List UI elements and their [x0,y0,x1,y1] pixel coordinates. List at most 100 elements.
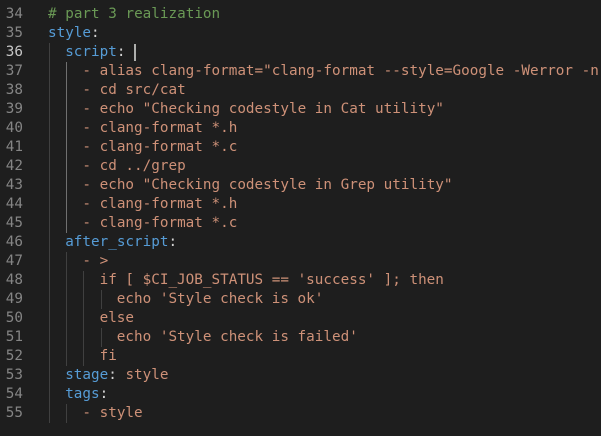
indent-guide [83,328,85,347]
code-token: else [99,310,135,326]
line-number: 45 [5,215,23,231]
indent-guide [49,290,50,309]
code-token: : [108,367,126,383]
code-line: after_script: [65,233,177,252]
indent-guide [83,290,85,309]
line-number: 40 [5,120,23,136]
indent-guide [49,366,50,385]
code-token: stage [65,367,109,383]
indent-guide [83,347,85,366]
indent-guide [100,290,102,309]
code-token: : [99,386,109,402]
line-number: 48 [5,272,23,288]
code-token: - style [82,405,143,421]
indent-guide [49,404,50,423]
line-number: 52 [5,348,23,364]
line-number: 51 [5,329,23,345]
indent-guide [66,290,68,309]
code-line: style: [48,24,100,43]
code-token: : [168,234,178,250]
code-token: - clang-format *.h [82,120,238,136]
code-line: - echo "Checking codestyle in Cat utilit… [82,100,444,119]
code-token: - cd src/cat [82,82,186,98]
indent-guide [66,214,68,233]
indent-guide [66,309,68,328]
code-editor[interactable]: 34 35 36 37 38 39 40 41 42 43 44 45 46 47 48 49 50 51 52 53… [0,0,601,436]
code-line: - cd src/cat [82,81,185,100]
code-line: - clang-format *.h [82,119,237,138]
indent-guide [66,347,68,366]
code-token: : [91,25,100,41]
code-line: echo 'Style check is failed' [117,328,358,347]
indent-guide [66,404,68,423]
code-token: - clang-format *.c [82,139,238,155]
line-number: 46 [5,234,23,250]
code-line: echo 'Style check is ok' [117,290,324,309]
line-number: 47 [5,253,23,269]
indent-guide [66,62,68,81]
code-token: : [116,44,135,60]
indent-guide [66,138,68,157]
line-number: 38 [5,82,23,98]
line-number: 35 [5,25,23,41]
indent-guide [49,176,50,195]
code-token: echo 'Style check is ok' [116,291,324,307]
indent-guide [66,119,68,138]
code-token: tags [65,386,100,402]
indent-guide [83,309,85,328]
code-token: - cd ../grep [82,158,186,174]
code-token: - echo "Checking codestyle in Cat utilit… [82,101,444,117]
code-token: - clang-format *.c [82,215,238,231]
code-token: - echo "Checking codestyle in Grep utili… [82,177,453,193]
line-number: 42 [5,158,23,174]
code-token: if [ $CI_JOB_STATUS == 'success' ]; then [99,272,444,288]
code-line: # part 3 realization [48,5,220,24]
indent-guide [49,233,50,252]
line-number: 44 [5,196,23,212]
indent-guide [49,252,50,271]
code-token: fi [99,348,117,364]
line-number: 43 [5,177,23,193]
line-number: 41 [5,139,23,155]
code-line: - clang-format *.c [82,138,237,157]
line-number: 49 [5,291,23,307]
text-cursor [134,44,136,61]
line-number: 55 [5,405,23,421]
indent-guide [49,138,50,157]
indent-guide [66,157,68,176]
indent-guide [49,62,50,81]
indent-guide [49,119,50,138]
code-token: - clang-format *.h [82,196,238,212]
code-token: style [125,367,169,383]
code-token: echo 'Style check is failed' [116,329,358,345]
code-token: script [65,44,117,60]
code-token: # part 3 realization [48,6,221,22]
code-line: - clang-format *.c [82,214,237,233]
indent-guide [49,347,50,366]
code-line: stage: style [65,366,168,385]
indent-guide [49,271,50,290]
indent-guide [49,328,50,347]
code-line: tags: [65,385,108,404]
code-line: - cd ../grep [82,157,185,176]
code-line: else [100,309,134,328]
indent-guide [49,100,50,119]
code-line: - style [82,404,142,423]
code-token: - > [82,253,109,269]
code-line: - > [82,252,108,271]
line-number: 39 [5,101,23,117]
code-token: style [48,25,92,41]
code-area[interactable]: # part 3 realization style: script: - alia… [48,0,601,436]
indent-guide [49,81,50,100]
indent-guide [66,81,68,100]
code-line: fi [100,347,117,366]
indent-guide [66,100,68,119]
line-number: 50 [5,310,23,326]
indent-guide [49,214,50,233]
code-line: - clang-format *.h [82,195,237,214]
code-token: after_script [65,234,169,250]
indent-guide [66,328,68,347]
indent-guide [49,309,50,328]
indent-guide [49,157,50,176]
line-number: 53 [5,367,23,383]
